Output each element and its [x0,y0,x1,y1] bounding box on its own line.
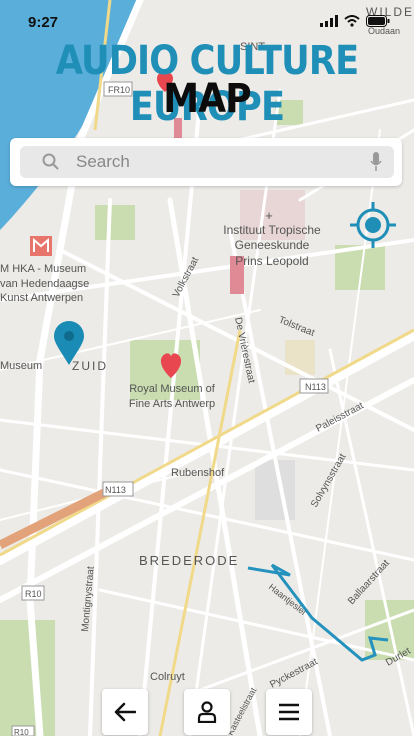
label-mhka-2: van Hedendaagse [0,278,89,290]
wifi-icon [344,15,360,27]
label-royal-2: Fine Arts Antwerp [129,398,215,410]
back-arrow-icon [114,702,136,722]
back-button[interactable] [102,689,148,735]
label-colruyt: Colruyt [150,671,185,683]
search-input[interactable] [76,146,346,178]
label-zuid: ZUID [72,359,108,373]
label-institute-1: Instituut Tropische [223,223,321,237]
menu-icon [279,703,299,721]
label-rubenshof: Rubenshof [171,467,225,479]
label-institute-2: Geneeskunde [235,238,310,252]
battery-icon [366,15,390,27]
status-time: 9:27 [28,14,59,31]
user-icon [197,701,217,723]
search-field[interactable] [20,146,394,178]
search-icon [42,153,59,170]
app-title-line2: MAP [163,76,251,122]
signal-icon [320,15,338,27]
label-museum: Museum [0,360,42,372]
label-mhka-1: M HKA - Museum [0,263,86,275]
label-royal-1: Royal Museum of [129,383,216,395]
label-n113-b: N113 [105,485,126,495]
label-mhka-3: Kunst Antwerpen [0,292,83,304]
label-n113-a: N113 [305,382,326,392]
menu-button[interactable] [266,689,312,735]
status-bar: 9:27 [0,0,414,44]
profile-button[interactable] [184,689,230,735]
label-institute-3: Prins Leopold [235,254,308,268]
label-brederode: BREDERODE [139,553,239,568]
locate-me-icon[interactable] [350,202,396,248]
label-r10-a: R10 [25,589,42,599]
search-bar [10,138,402,186]
svg-text:+: + [265,208,273,223]
label-r10-b: R10 [14,728,29,736]
mic-icon[interactable] [370,152,382,172]
label-tolstraat: Tolstraat [277,315,316,339]
